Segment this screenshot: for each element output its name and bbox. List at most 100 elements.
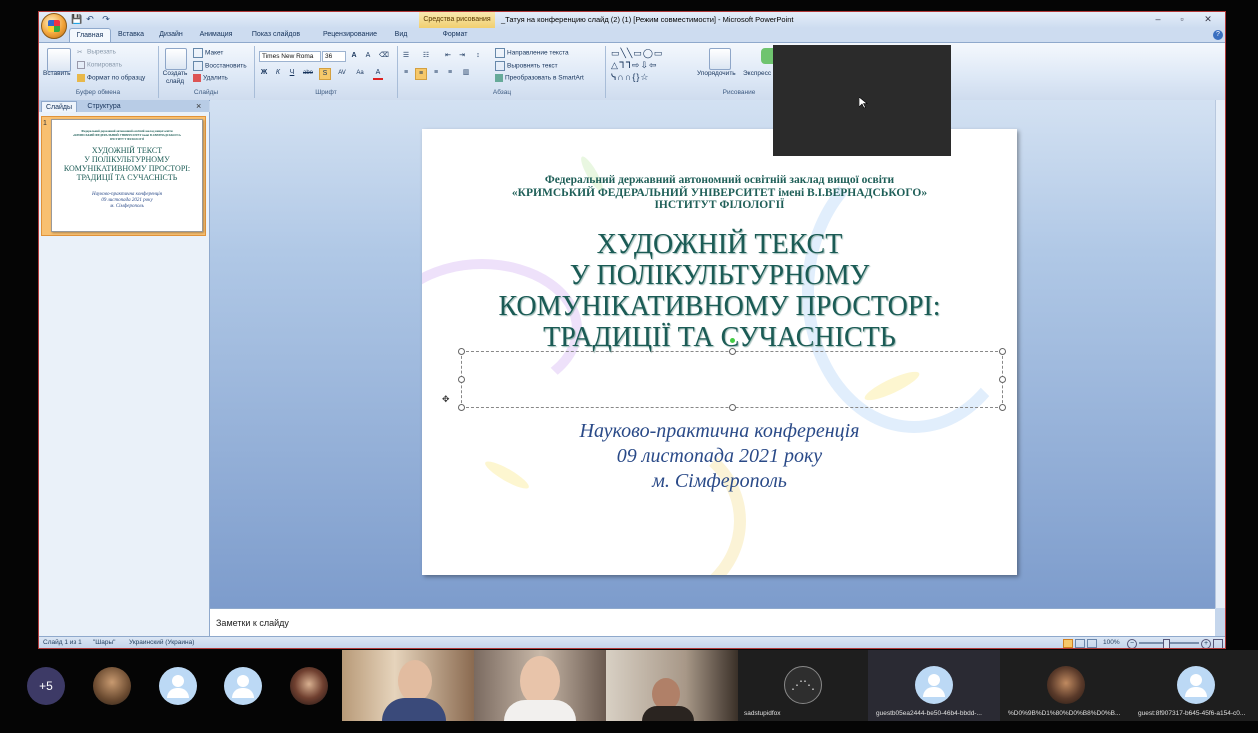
- institution-text[interactable]: Федеральний державний автономний освітні…: [422, 174, 1017, 212]
- minimize-button[interactable]: –: [1146, 13, 1170, 26]
- undo-icon[interactable]: ↶: [85, 14, 95, 24]
- bold-button[interactable]: Ж: [259, 68, 269, 78]
- participant-tile[interactable]: guest:8f907317-b645-45f6-a154-c0...: [1132, 650, 1258, 721]
- participant-avatar-placeholder[interactable]: [224, 667, 262, 705]
- arrange-button[interactable]: Упорядочить: [697, 70, 736, 77]
- zoom-slider-thumb[interactable]: [1163, 639, 1170, 648]
- shapes-gallery[interactable]: ▭╲╲▭◯▭ △ᒣᒣ⇨⇩⇦ ᓭ∩∩{}☆: [611, 47, 687, 87]
- tab-format[interactable]: Формат: [435, 28, 475, 42]
- resize-handle[interactable]: [999, 348, 1006, 355]
- line-spacing-icon[interactable]: ↕: [473, 51, 483, 61]
- participant-tile[interactable]: guestb05ea2444-be50-46b4-bbdd-...: [868, 650, 1000, 721]
- tab-home[interactable]: Главная: [69, 28, 111, 43]
- grow-font-icon[interactable]: A: [349, 51, 359, 61]
- participant-avatar[interactable]: [93, 667, 131, 705]
- participant-video[interactable]: [606, 650, 738, 721]
- participant-tile[interactable]: ⋰⋱ sadstupidfox: [738, 650, 868, 721]
- normal-view-icon[interactable]: [1063, 639, 1073, 648]
- copy-button[interactable]: Копировать: [77, 61, 122, 69]
- notes-pane[interactable]: Заметки к слайду: [210, 608, 1215, 637]
- shrink-font-icon[interactable]: A: [363, 51, 373, 61]
- slide-thumbnail[interactable]: Федеральний державний автономний освітні…: [51, 119, 203, 232]
- smartart-button[interactable]: Преобразовать в SmartArt: [495, 74, 584, 82]
- zoom-out-icon[interactable]: −: [1127, 639, 1137, 648]
- maximize-button[interactable]: ▫: [1170, 13, 1194, 26]
- fit-to-window-icon[interactable]: [1213, 639, 1223, 648]
- layout-button[interactable]: Макет: [193, 48, 223, 58]
- underline-button[interactable]: Ч: [287, 68, 297, 78]
- slide-subtitle[interactable]: Науково-практична конференція 09 листопа…: [422, 419, 1017, 494]
- language-indicator[interactable]: Украинский (Украина): [129, 637, 194, 648]
- resize-handle[interactable]: [458, 404, 465, 411]
- zoom-in-icon[interactable]: +: [1201, 639, 1211, 648]
- resize-handle[interactable]: [458, 348, 465, 355]
- tab-design[interactable]: Дизайн: [153, 28, 189, 42]
- slideshow-view-icon[interactable]: [1087, 639, 1097, 648]
- selected-text-placeholder[interactable]: ✥: [442, 338, 1006, 411]
- arrange-icon[interactable]: [709, 48, 731, 70]
- change-case-button[interactable]: Aa: [353, 68, 367, 78]
- tab-animation[interactable]: Анимация: [195, 28, 237, 42]
- help-icon[interactable]: ?: [1213, 30, 1223, 40]
- resize-handle[interactable]: [729, 404, 736, 411]
- quick-styles-button[interactable]: Экспресс: [743, 70, 771, 77]
- close-button[interactable]: ✕: [1196, 13, 1220, 26]
- reset-button[interactable]: Восстановить: [193, 61, 247, 71]
- decrease-indent-icon[interactable]: ⇤: [443, 51, 453, 61]
- rotate-handle[interactable]: [730, 338, 735, 343]
- text-direction-button[interactable]: Направление текста: [495, 48, 569, 58]
- participant-video[interactable]: [342, 650, 474, 721]
- tab-view[interactable]: Вид: [391, 28, 411, 42]
- close-pane-icon[interactable]: ×: [196, 101, 201, 111]
- delete-slide-button[interactable]: Удалить: [193, 74, 228, 82]
- participant-tile[interactable]: %D0%9B%D1%80%D0%B8%D0%B...: [1000, 650, 1132, 721]
- font-size-combo[interactable]: 36: [322, 51, 346, 62]
- drawing-tools-context-tab[interactable]: Средства рисования: [419, 12, 495, 28]
- shadow-button[interactable]: S: [319, 68, 331, 80]
- new-slide-button[interactable]: Создать слайд: [161, 70, 189, 86]
- strikethrough-button[interactable]: abe: [301, 68, 315, 78]
- align-left-icon[interactable]: ≡: [401, 68, 411, 78]
- save-icon[interactable]: 💾: [71, 14, 82, 24]
- tab-insert[interactable]: Вставка: [113, 28, 149, 42]
- slide-title[interactable]: ХУДОЖНІЙ ТЕКСТ У ПОЛІКУЛЬТУРНОМУ КОМУНІК…: [422, 229, 1017, 353]
- thumb-subtitle-line: м. Сімферополь: [110, 204, 144, 209]
- slide-sorter-icon[interactable]: [1075, 639, 1085, 648]
- align-text-button[interactable]: Выровнять текст: [495, 61, 558, 71]
- zoom-level[interactable]: 100%: [1103, 637, 1120, 648]
- increase-indent-icon[interactable]: ⇥: [457, 51, 467, 61]
- slide-canvas[interactable]: Федеральний державний автономний освітні…: [422, 129, 1017, 575]
- new-slide-icon[interactable]: [165, 48, 187, 70]
- align-center-icon[interactable]: ≡: [415, 68, 427, 80]
- vertical-scrollbar[interactable]: [1215, 100, 1225, 608]
- move-icon[interactable]: ✥: [442, 394, 450, 405]
- numbering-icon[interactable]: ☷: [421, 51, 431, 61]
- bullets-icon[interactable]: ☰: [401, 51, 411, 61]
- justify-icon[interactable]: ≡: [445, 68, 455, 78]
- tab-outline[interactable]: Структура: [83, 101, 125, 112]
- participant-avatar-placeholder[interactable]: [159, 667, 197, 705]
- resize-handle[interactable]: [999, 376, 1006, 383]
- group-separator: [605, 46, 606, 98]
- more-participants-button[interactable]: +5: [27, 667, 65, 705]
- cut-button[interactable]: ✂ Вырезать: [77, 48, 116, 56]
- tab-review[interactable]: Рецензирование: [317, 28, 383, 42]
- paste-icon[interactable]: [47, 48, 71, 72]
- font-name-combo[interactable]: Times New Roma: [259, 51, 321, 62]
- participant-avatar[interactable]: [290, 667, 328, 705]
- format-painter-button[interactable]: Формат по образцу: [77, 74, 145, 82]
- paste-button[interactable]: Вставить: [43, 70, 71, 77]
- char-spacing-button[interactable]: AV: [335, 68, 349, 78]
- tab-slideshow[interactable]: Показ слайдов: [247, 28, 305, 42]
- resize-handle[interactable]: [729, 348, 736, 355]
- resize-handle[interactable]: [458, 376, 465, 383]
- redo-icon[interactable]: ↷: [101, 14, 111, 24]
- align-right-icon[interactable]: ≡: [431, 68, 441, 78]
- columns-icon[interactable]: ▥: [461, 68, 471, 78]
- resize-handle[interactable]: [999, 404, 1006, 411]
- participant-video-active[interactable]: [474, 650, 606, 721]
- font-color-button[interactable]: A: [373, 68, 383, 80]
- office-button[interactable]: [41, 13, 67, 39]
- italic-button[interactable]: К: [273, 68, 283, 78]
- clear-format-icon[interactable]: ⌫: [379, 51, 389, 61]
